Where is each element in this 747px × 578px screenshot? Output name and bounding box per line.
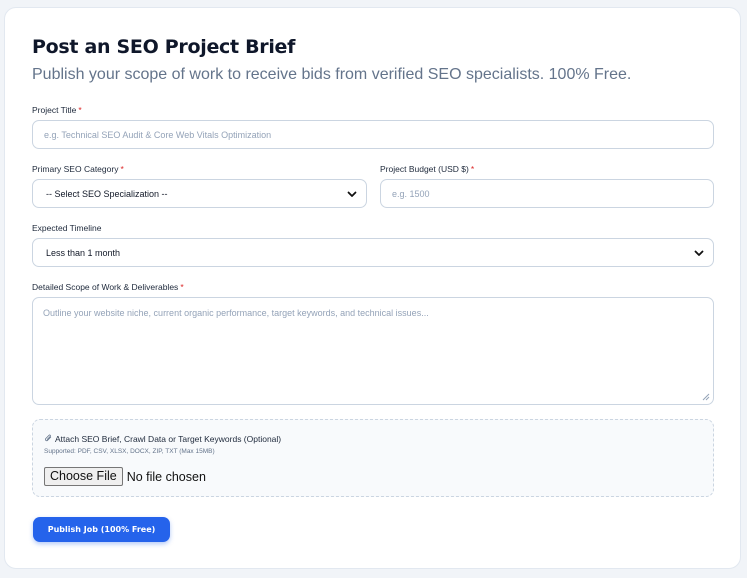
chevron-down-icon <box>694 250 704 256</box>
budget-label-text: Project Budget (USD $) <box>380 164 469 174</box>
resize-grip-icon[interactable] <box>702 393 710 401</box>
timeline-label-text: Expected Timeline <box>32 223 102 233</box>
timeline-select[interactable]: Less than 1 month <box>32 238 714 267</box>
project-title-label-text: Project Title <box>32 105 77 115</box>
page-title: Post an SEO Project Brief <box>32 36 296 58</box>
category-label: Primary SEO Category * <box>32 164 124 174</box>
scope-placeholder: Outline your website niche, current orga… <box>43 308 429 318</box>
budget-placeholder: e.g. 1500 <box>392 188 430 199</box>
attachment-supported-formats: Supported: PDF, CSV, XLSX, DOCX, ZIP, TX… <box>44 448 215 455</box>
attachment-title: Attach SEO Brief, Crawl Data or Target K… <box>44 434 281 444</box>
required-marker: * <box>470 164 475 174</box>
project-title-input[interactable]: e.g. Technical SEO Audit & Core Web Vita… <box>32 120 714 149</box>
scope-textarea[interactable]: Outline your website niche, current orga… <box>32 297 714 405</box>
timeline-selected-value: Less than 1 month <box>46 247 121 258</box>
category-select[interactable]: -- Select SEO Specialization -- <box>32 179 367 208</box>
required-marker: * <box>180 282 184 292</box>
paperclip-icon <box>45 434 52 442</box>
category-label-text: Primary SEO Category <box>32 164 119 174</box>
budget-label: Project Budget (USD $) * <box>380 164 474 174</box>
category-selected-value: -- Select SEO Specialization -- <box>46 188 168 199</box>
publish-job-label: Publish Job (100% Free) <box>47 525 156 534</box>
budget-input[interactable]: e.g. 1500 <box>380 179 714 208</box>
required-marker: * <box>78 105 82 115</box>
chevron-down-icon <box>347 191 357 197</box>
scope-label-text: Detailed Scope of Work & Deliverables <box>32 282 179 292</box>
scope-label: Detailed Scope of Work & Deliverables * <box>32 282 184 292</box>
project-title-placeholder: e.g. Technical SEO Audit & Core Web Vita… <box>44 129 272 140</box>
publish-job-button[interactable]: Publish Job (100% Free) <box>33 517 170 542</box>
required-marker: * <box>120 164 124 174</box>
timeline-label: Expected Timeline <box>32 223 101 233</box>
attachment-title-text: Attach SEO Brief, Crawl Data or Target K… <box>55 434 282 444</box>
file-input[interactable]: Choose File No file chosen <box>44 467 206 486</box>
choose-file-button[interactable]: Choose File <box>44 467 123 486</box>
page-subtitle: Publish your scope of work to receive bi… <box>32 66 632 83</box>
attachment-dropzone[interactable]: Attach SEO Brief, Crawl Data or Target K… <box>32 419 714 497</box>
project-brief-card: Post an SEO Project Brief Publish your s… <box>4 7 741 569</box>
project-title-label: Project Title * <box>32 105 82 115</box>
file-status: No file chosen <box>126 469 206 484</box>
